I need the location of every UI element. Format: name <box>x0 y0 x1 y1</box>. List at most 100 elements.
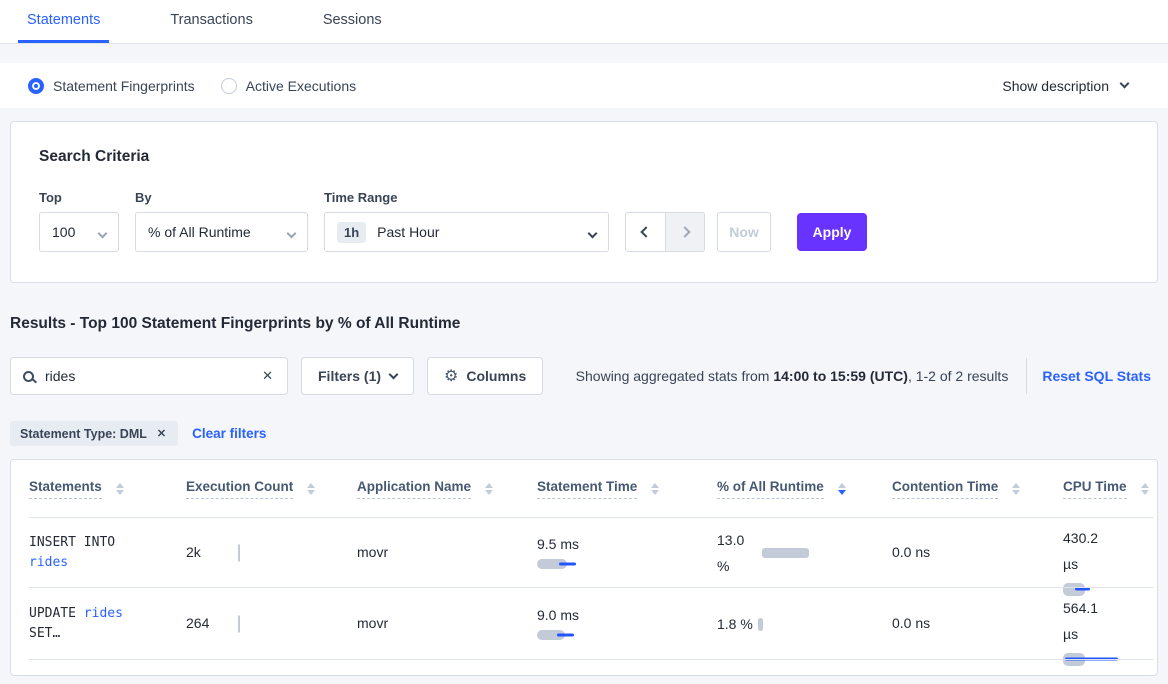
showing-stats-text: Showing aggregated stats from 14:00 to 1… <box>576 368 1009 384</box>
time-step-control <box>625 212 705 252</box>
top-tab-bar: Statements Transactions Sessions <box>0 0 1168 44</box>
search-criteria-title: Search Criteria <box>39 148 1129 166</box>
previous-time-button[interactable] <box>626 213 665 251</box>
by-select[interactable]: % of All Runtime <box>135 212 308 252</box>
statement-time-mean-marker <box>559 562 576 565</box>
execution-count-value: 2k <box>186 544 201 560</box>
reset-sql-stats-link[interactable]: Reset SQL Stats <box>1042 368 1151 384</box>
search-input[interactable] <box>45 368 260 384</box>
column-header-pct-all-runtime[interactable]: % of All Runtime <box>717 479 892 499</box>
gear-icon: ⚙ <box>444 366 458 386</box>
application-name-value: movr <box>357 544 388 560</box>
search-criteria-card: Search Criteria Top 100 By % of All Runt… <box>10 121 1158 283</box>
statement-time-mean-marker <box>557 633 574 636</box>
top-group: Top 100 <box>39 190 119 252</box>
columns-button[interactable]: ⚙ Columns <box>427 357 543 395</box>
clear-filters-link[interactable]: Clear filters <box>192 426 266 441</box>
sort-icon[interactable] <box>1141 483 1149 495</box>
sort-icon[interactable] <box>1012 483 1020 495</box>
time-range-label: Time Range <box>324 190 609 205</box>
clear-search-icon[interactable]: ✕ <box>260 368 275 384</box>
chevron-down-icon <box>389 370 399 380</box>
row-divider <box>29 659 1153 660</box>
statement-fingerprint: UPDATE rides SET… <box>29 604 143 644</box>
tab-sessions[interactable]: Sessions <box>314 0 391 43</box>
statement-link[interactable]: rides <box>29 555 68 570</box>
filter-chip-label: Statement Type: DML <box>20 427 147 441</box>
tab-statements[interactable]: Statements <box>18 0 109 43</box>
by-group: By % of All Runtime <box>135 190 308 252</box>
sort-icon[interactable] <box>307 483 315 495</box>
contention-time-value: 0.0 ns <box>892 615 930 631</box>
chevron-down-icon <box>287 229 297 239</box>
by-label: By <box>135 190 308 205</box>
column-header-execution-count[interactable]: Execution Count <box>186 479 357 499</box>
chevron-down-icon <box>1120 79 1130 89</box>
radio-active-executions[interactable]: Active Executions <box>221 78 357 94</box>
top-select-value: 100 <box>52 224 75 240</box>
search-box[interactable]: ✕ <box>10 357 288 395</box>
pct-runtime-value: 1.8 % <box>717 611 753 637</box>
statement-time-value: 9.5 ms <box>537 536 717 552</box>
radio-active-executions-label: Active Executions <box>246 78 357 94</box>
time-range-group: Time Range 1h Past Hour <box>324 190 609 252</box>
sort-icon[interactable] <box>651 483 659 495</box>
filters-button[interactable]: Filters (1) <box>301 357 414 395</box>
column-header-cpu-time[interactable]: CPU Time <box>1063 479 1157 499</box>
sort-icon[interactable] <box>485 483 493 495</box>
column-header-contention-time[interactable]: Contention Time <box>892 479 1063 499</box>
next-time-button[interactable] <box>665 213 704 251</box>
pct-runtime-bar <box>762 548 809 558</box>
top-label: Top <box>39 190 119 205</box>
time-range-value: Past Hour <box>377 224 439 240</box>
execution-count-value: 264 <box>186 615 209 631</box>
radio-statement-fingerprints[interactable]: Statement Fingerprints <box>28 78 195 94</box>
columns-button-label: Columns <box>466 368 526 384</box>
statement-time-value: 9.0 ms <box>537 607 717 623</box>
chevron-left-icon <box>640 226 651 237</box>
statements-table: Statements Execution Count Application N… <box>10 459 1158 676</box>
statement-fingerprint: INSERT INTO rides <box>29 533 143 573</box>
filter-chip-statement-type[interactable]: Statement Type: DML ✕ <box>10 421 178 446</box>
chevron-down-icon <box>98 229 108 239</box>
show-description-label: Show description <box>1002 78 1109 94</box>
by-select-value: % of All Runtime <box>148 224 251 240</box>
top-select[interactable]: 100 <box>39 212 119 252</box>
radio-unselected-icon[interactable] <box>221 78 237 94</box>
cpu-time-value: 564.1 µs <box>1063 595 1109 647</box>
sort-icon-active-desc[interactable] <box>838 483 846 495</box>
time-range-badge: 1h <box>337 222 366 243</box>
results-toolbar: ✕ Filters (1) ⚙ Columns Showing aggregat… <box>10 357 1158 395</box>
table-header-row: Statements Execution Count Application N… <box>11 460 1157 518</box>
execution-count-bar <box>238 616 240 633</box>
application-name-value: movr <box>357 615 388 631</box>
results-heading: Results - Top 100 Statement Fingerprints… <box>10 315 1158 333</box>
show-description-toggle[interactable]: Show description <box>1002 78 1128 94</box>
contention-time-value: 0.0 ns <box>892 544 930 560</box>
column-header-statements[interactable]: Statements <box>11 479 186 499</box>
chevron-right-icon <box>679 226 690 237</box>
search-icon <box>23 371 34 382</box>
table-row: INSERT INTO rides 2k movr 9.5 ms 13.0 % … <box>11 518 1157 588</box>
apply-button[interactable]: Apply <box>797 213 867 251</box>
radio-statement-fingerprints-label: Statement Fingerprints <box>53 78 195 94</box>
chevron-down-icon <box>588 229 598 239</box>
statement-link[interactable]: rides <box>84 606 123 621</box>
remove-filter-icon[interactable]: ✕ <box>155 427 168 440</box>
column-header-application-name[interactable]: Application Name <box>357 479 537 499</box>
now-button[interactable]: Now <box>717 212 771 252</box>
column-header-statement-time[interactable]: Statement Time <box>537 479 717 499</box>
vertical-divider <box>1026 358 1027 394</box>
table-row: UPDATE rides SET… 264 movr 9.0 ms 1.8 % … <box>11 588 1157 660</box>
pct-runtime-bar <box>758 618 763 631</box>
execution-count-bar <box>238 545 240 562</box>
sort-icon[interactable] <box>116 483 124 495</box>
cpu-time-value: 430.2 µs <box>1063 525 1109 577</box>
tab-transactions[interactable]: Transactions <box>161 0 261 43</box>
pct-runtime-value: 13.0 % <box>717 527 757 579</box>
view-toggle-bar: Statement Fingerprints Active Executions… <box>0 63 1168 108</box>
filters-button-label: Filters (1) <box>318 368 381 384</box>
time-range-select[interactable]: 1h Past Hour <box>324 212 609 252</box>
applied-filters-row: Statement Type: DML ✕ Clear filters <box>10 421 1158 446</box>
radio-selected-icon[interactable] <box>28 78 44 94</box>
